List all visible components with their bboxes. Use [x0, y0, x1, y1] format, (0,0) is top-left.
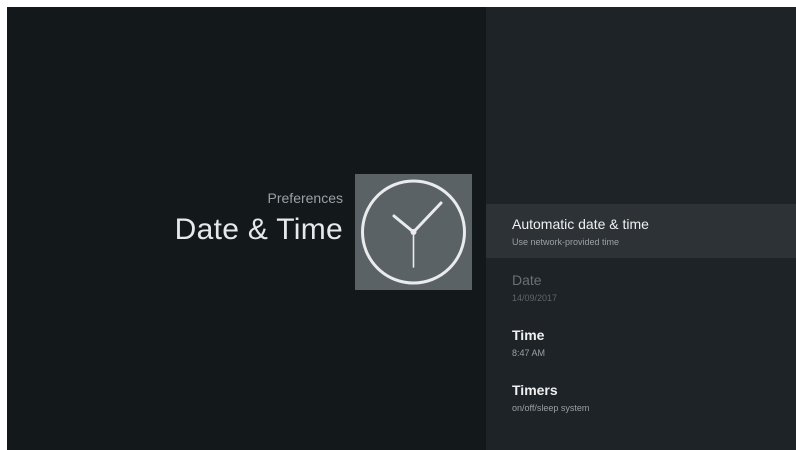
menu-item-date[interactable]: Date 14/09/2017 [486, 260, 796, 314]
menu-item-title: Timers [512, 382, 558, 398]
menu-item-time[interactable]: Time 8:47 AM [486, 315, 796, 369]
clock-icon [355, 174, 472, 290]
menu-item-subtitle: 8:47 AM [512, 348, 546, 358]
menu-item-subtitle: 14/09/2017 [512, 293, 558, 303]
menu-item-automatic-date-time[interactable]: Automatic date & time Use network-provid… [486, 204, 796, 258]
menu-item-subtitle: Use network-provided time [512, 237, 620, 247]
menu-item-title: Automatic date & time [512, 216, 649, 232]
menu-item-subtitle: on/off/sleep system [512, 403, 590, 413]
page-title: Date & Time [174, 213, 343, 246]
menu-item-timers[interactable]: Timers on/off/sleep system [486, 370, 796, 424]
header-pane: Preferences Date & Time [7, 7, 486, 450]
menu-item-title: Date [512, 272, 542, 288]
settings-list: Automatic date & time Use network-provid… [486, 7, 796, 450]
menu-item-title: Time [512, 327, 545, 343]
breadcrumb: Preferences [267, 190, 343, 206]
tv-settings-screen: Preferences Date & Time Automatic date &… [7, 7, 796, 450]
